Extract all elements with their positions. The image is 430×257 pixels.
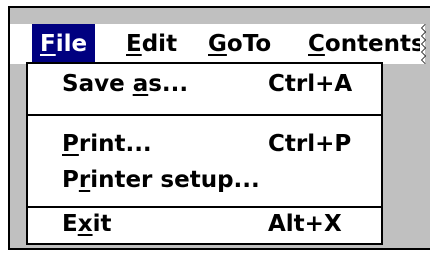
menu-edit[interactable]: Edit [126, 24, 177, 64]
menu-contents[interactable]: Contents [308, 24, 425, 64]
menu-contents-label-rest: ontents [324, 31, 425, 57]
menu-item-exit-mnemonic: x [77, 211, 93, 237]
menu-item-save-as[interactable]: Save as... Ctrl+A [28, 66, 381, 102]
menu-file[interactable]: File [32, 24, 96, 64]
menu-item-exit-label-rest: it [92, 211, 112, 237]
menu-goto[interactable]: GoTo [208, 24, 271, 64]
menu-item-save-as-label-rest: s... [148, 71, 189, 97]
menu-item-printer-setup-label-start: P [62, 167, 79, 193]
menubar-torn-edge-icon [420, 24, 430, 64]
menu-item-save-as-shortcut: Ctrl+A [268, 71, 353, 97]
menu-item-exit-label: Exit [62, 206, 111, 242]
menu-edit-label-rest: dit [141, 31, 178, 57]
file-menu-dropdown: Save as... Ctrl+A Print... Ctrl+P Printe… [26, 62, 383, 245]
menu-goto-mnemonic: G [208, 31, 227, 57]
menu-edit-mnemonic: E [126, 31, 142, 57]
menu-item-print-shortcut: Ctrl+P [268, 131, 352, 157]
menu-bar: File Edit GoTo Contents [10, 24, 430, 64]
menu-item-exit-shortcut: Alt+X [268, 211, 342, 237]
app-window: File Edit GoTo Contents Save as... Ctrl+… [8, 6, 430, 250]
menu-item-save-as-mnemonic: a [132, 71, 149, 97]
menu-item-exit[interactable]: Exit Alt+X [28, 206, 381, 242]
menu-item-print-mnemonic: P [62, 131, 79, 157]
menu-contents-mnemonic: C [308, 31, 325, 57]
menu-item-printer-setup-mnemonic: r [78, 167, 91, 193]
menu-file-mnemonic: F [40, 31, 56, 57]
menu-item-print-label: Print... [62, 126, 152, 162]
menu-item-print[interactable]: Print... Ctrl+P [28, 126, 381, 162]
menu-item-print-label-rest: rint... [78, 131, 152, 157]
menu-item-save-as-label: Save as... [62, 66, 188, 102]
menu-item-printer-setup-label: Printer setup... [62, 162, 260, 198]
menu-item-printer-setup[interactable]: Printer setup... [28, 162, 381, 198]
menu-item-printer-setup-label-rest: inter setup... [90, 167, 260, 193]
menu-goto-label-rest: oTo [226, 31, 272, 57]
menu-file-label-rest: ile [55, 31, 88, 57]
menu-item-exit-label-start: E [62, 211, 78, 237]
menu-item-save-as-label-start: Save [62, 71, 133, 97]
menu-separator [28, 114, 381, 116]
